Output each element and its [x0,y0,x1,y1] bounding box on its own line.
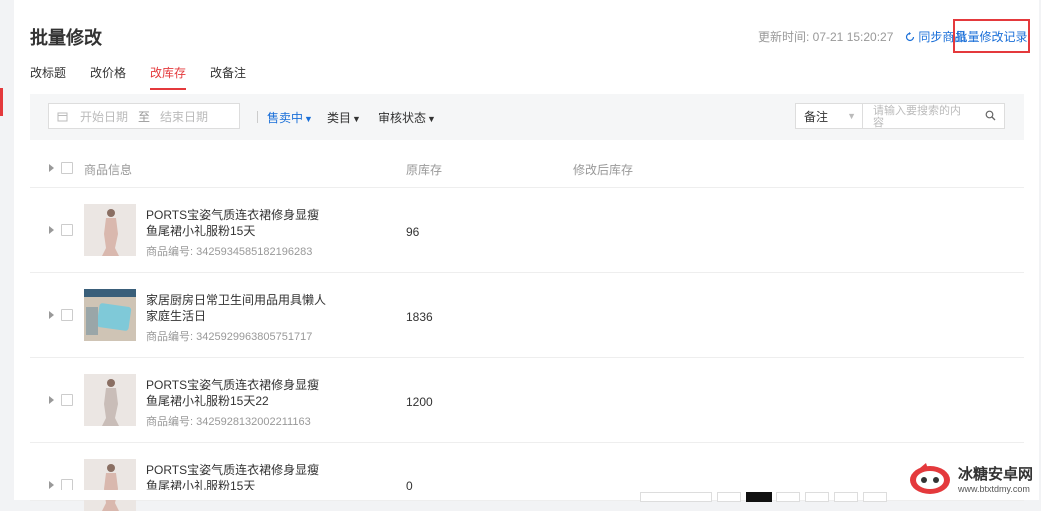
caret-down-icon: ▼ [427,114,436,124]
tab-edit-stock[interactable]: 改库存 [150,64,187,90]
product-name[interactable]: PORTS宝姿气质连衣裙修身显瘦鱼尾裙小礼服粉15天22 [146,377,326,409]
pagination-page[interactable] [776,492,800,502]
end-date-input[interactable]: 结束日期 [160,108,208,125]
category-dropdown-label: 类目 [327,111,352,125]
watermark-logo [910,463,950,494]
watermark-title: 冰糖安卓网 [958,465,1034,483]
row-expand-toggle[interactable] [49,226,54,234]
pagination-page[interactable] [834,492,858,502]
chevron-down-icon: ▼ [847,111,856,121]
column-header-product-info: 商品信息 [84,163,133,177]
row-expand-toggle[interactable] [49,481,54,489]
search-placeholder: 请输入要搜索的内容 [873,105,961,129]
date-range-picker[interactable]: 开始日期 至 结束日期 [48,103,240,129]
expand-all-toggle[interactable] [49,164,54,172]
product-id: 商品编号: 3425934585182196283 [146,246,313,258]
select-all-checkbox[interactable] [61,162,73,174]
pagination-prev[interactable] [717,492,741,502]
row-checkbox[interactable] [61,224,73,236]
status-dropdown[interactable]: 售卖中▼ [267,109,313,126]
row-expand-toggle[interactable] [49,311,54,319]
product-thumbnail [84,374,136,426]
caret-down-icon: ▼ [352,114,361,124]
category-dropdown[interactable]: 类目▼ [327,109,361,126]
calendar-icon [57,112,68,121]
table-row: PORTS宝姿气质连衣裙修身显瘦鱼尾裙小礼服粉15天 商品编号: 3425934… [30,188,1024,273]
product-name[interactable]: 家居厨房日常卫生间用品用具懒人家庭生活日 [146,292,326,324]
page-size-select[interactable] [640,492,712,502]
filter-bar: 开始日期 至 结束日期 售卖中▼ 类目▼ 审核状态▼ 备注 ▼ 请输入要搜索的内… [30,94,1024,140]
table-header: 商品信息 原库存 修改后库存 [30,149,1024,188]
table-row: PORTS宝姿气质连衣裙修身显瘦鱼尾裙小礼服粉15天22 商品编号: 34259… [30,358,1024,443]
pagination-page[interactable] [805,492,829,502]
search-field-select[interactable]: 备注 ▼ [795,103,863,129]
site-watermark: 冰糖安卓网 www.btxtdmy.com [908,458,1040,498]
product-id: 商品编号: 3425929963805751717 [146,331,313,343]
pagination-next[interactable] [863,492,887,502]
original-stock: 96 [406,225,420,239]
table-row: 家居厨房日常卫生间用品用具懒人家庭生活日 商品编号: 3425929963805… [30,273,1024,358]
row-checkbox[interactable] [61,394,73,406]
product-thumbnail [84,204,136,256]
audit-status-dropdown[interactable]: 审核状态▼ [378,109,436,126]
tab-bar: 改标题 改价格 改库存 改备注 [30,64,270,90]
product-thumbnail [84,459,136,511]
pagination-page-current[interactable] [746,492,772,502]
original-stock: 1836 [406,310,433,324]
watermark-url: www.btxtdmy.com [958,483,1030,494]
start-date-input[interactable]: 开始日期 [80,108,128,125]
tab-edit-price[interactable]: 改价格 [90,64,126,90]
batch-edit-records-button[interactable]: 批量修改记录 [953,19,1030,53]
audit-status-dropdown-label: 审核状态 [378,111,427,125]
row-expand-toggle[interactable] [49,396,54,404]
caret-down-icon: ▼ [304,114,313,124]
row-checkbox[interactable] [61,309,73,321]
column-header-original-stock: 原库存 [406,163,443,177]
refresh-icon [906,31,915,41]
tab-edit-remark[interactable]: 改备注 [210,64,246,90]
page-title: 批量修改 [30,28,102,48]
search-box: 备注 ▼ 请输入要搜索的内容 [795,103,1005,131]
search-field-value: 备注 [804,109,829,124]
product-name[interactable]: PORTS宝姿气质连衣裙修身显瘦鱼尾裙小礼服粉15天 [146,207,326,239]
header-actions: 更新时间: 07-21 15:20:27 同步商品 [758,28,966,45]
product-thumbnail [84,289,136,341]
left-nav-indicator [0,88,3,116]
date-separator: 至 [138,109,151,124]
filter-divider [257,111,258,123]
original-stock: 1200 [406,395,433,409]
tab-edit-title[interactable]: 改标题 [30,64,66,90]
product-id: 商品编号: 3425928132002211163 [146,416,311,428]
status-dropdown-label: 售卖中 [267,111,304,125]
column-header-new-stock: 修改后库存 [573,163,634,177]
search-input[interactable]: 请输入要搜索的内容 [863,103,1005,129]
update-time: 更新时间: 07-21 15:20:27 [758,30,894,44]
search-icon[interactable] [985,110,996,121]
